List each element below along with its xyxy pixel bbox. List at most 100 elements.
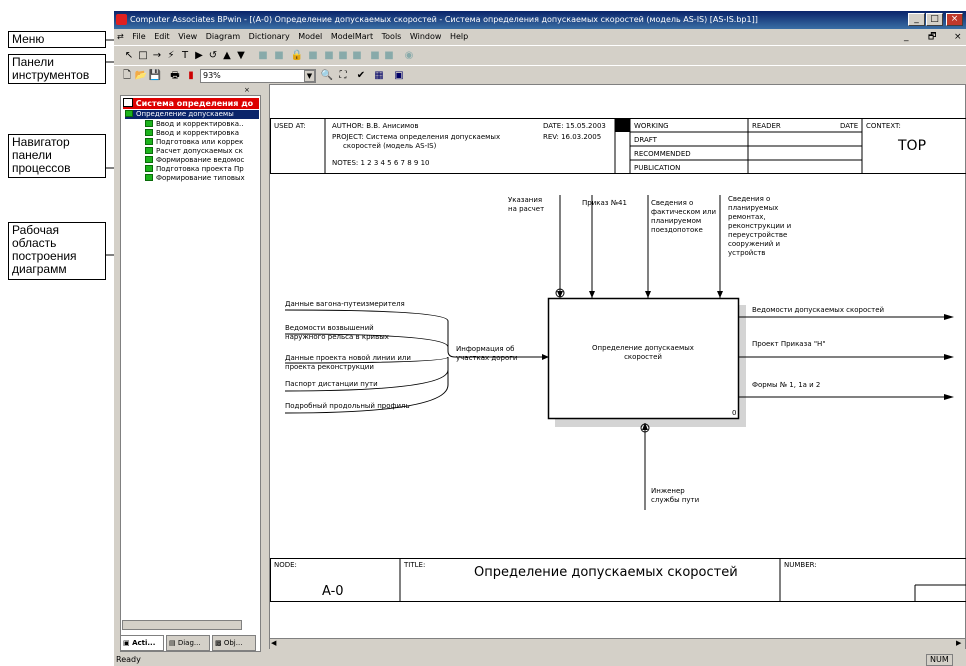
tab-objects[interactable]: ▩ Obj... bbox=[212, 635, 256, 651]
context-top: TOP bbox=[897, 138, 926, 154]
menu-help[interactable]: Help bbox=[447, 29, 471, 45]
menu-diagram[interactable]: Diagram bbox=[203, 29, 243, 45]
navigator-item-selected[interactable]: Определение допускаемы bbox=[125, 110, 259, 119]
activity-icon bbox=[145, 129, 153, 136]
menu-modelmart[interactable]: ModelMart bbox=[328, 29, 376, 45]
bpwin-logo-icon bbox=[116, 14, 127, 25]
activity-icon bbox=[145, 165, 153, 172]
status-bar: Ready NUM bbox=[114, 654, 966, 666]
spell-check-icon[interactable]: ✔ bbox=[354, 69, 368, 83]
mm-icon-8[interactable]: ■ bbox=[382, 49, 396, 63]
activity-icon bbox=[145, 156, 153, 163]
activity-icon bbox=[145, 174, 153, 181]
pointer-tool-icon[interactable]: ↖ bbox=[122, 49, 136, 63]
mdi-close-button[interactable]: × bbox=[954, 29, 962, 45]
menu-model[interactable]: Model bbox=[295, 29, 325, 45]
menu-window[interactable]: Window bbox=[407, 29, 445, 45]
model-explorer-icon[interactable]: ▦ bbox=[372, 69, 386, 83]
idef0-diagram: USED AT: AUTHOR: В.В. Анисимов PROJECT: … bbox=[270, 118, 966, 602]
print-icon[interactable]: 🖶 bbox=[168, 69, 182, 83]
date-label: DATE: 15.05.2003 bbox=[543, 122, 606, 130]
arrow-tool-icon[interactable]: → bbox=[150, 49, 164, 63]
navigator-item[interactable]: Расчет допускаемых ск bbox=[145, 147, 243, 156]
undo-icon[interactable]: ↺ bbox=[206, 49, 220, 63]
menu-view[interactable]: View bbox=[175, 29, 200, 45]
navigator-item[interactable]: Ввод и корректировка.. bbox=[145, 120, 243, 129]
zoom-in-icon[interactable]: 🔍 bbox=[320, 69, 334, 83]
text-tool-icon[interactable]: T bbox=[178, 49, 192, 63]
navigator-hscrollbar[interactable] bbox=[122, 620, 242, 630]
zoom-select[interactable]: 93% bbox=[200, 69, 316, 83]
mm-icon-6[interactable]: ■ bbox=[350, 49, 364, 63]
mm-icon-4[interactable]: ■ bbox=[322, 49, 336, 63]
used-at-label: USED AT: bbox=[274, 122, 306, 130]
mm-icon-7[interactable]: ■ bbox=[368, 49, 382, 63]
chevron-down-icon[interactable]: ▼ bbox=[304, 70, 315, 82]
reader-label: READER bbox=[752, 122, 781, 130]
maximize-button[interactable]: □ bbox=[926, 13, 943, 26]
window-title: Computer Associates BPwin - [(A-0) Опред… bbox=[130, 15, 758, 24]
mm-icon-3[interactable]: ■ bbox=[306, 49, 320, 63]
menu-edit[interactable]: Edit bbox=[151, 29, 173, 45]
go-down-icon[interactable]: ▼ bbox=[234, 49, 248, 63]
input-label-2: Ведомости возвышений наружного рельса в к… bbox=[285, 324, 389, 341]
diagram-icon[interactable]: ▣ bbox=[392, 69, 406, 83]
box-tool-icon[interactable]: □ bbox=[136, 49, 150, 63]
navigator-item[interactable]: Подготовка или коррек bbox=[145, 138, 243, 147]
scroll-left-icon[interactable]: ◀ bbox=[271, 639, 276, 647]
menu-dictionary[interactable]: Dictionary bbox=[246, 29, 293, 45]
status-working-marker bbox=[615, 118, 630, 132]
navigator-root[interactable]: Система определения до bbox=[123, 98, 259, 109]
draft-label: DRAFT bbox=[634, 136, 658, 144]
navigator-close-button[interactable]: × bbox=[244, 86, 250, 94]
navigator-item[interactable]: Формирование типовых bbox=[145, 174, 245, 183]
activity-icon bbox=[145, 138, 153, 145]
node-value: A-0 bbox=[322, 584, 344, 599]
mm-icon-2[interactable]: ■ bbox=[272, 49, 286, 63]
menu-app-icon[interactable]: ⇄ bbox=[114, 29, 127, 45]
go-to-sibling-icon[interactable]: ▶ bbox=[192, 49, 206, 63]
mdi-minimize-button[interactable]: _ bbox=[904, 29, 909, 45]
tab-diagrams[interactable]: ▤ Diag... bbox=[166, 635, 210, 651]
menu-tools[interactable]: Tools bbox=[379, 29, 405, 45]
mm-icon-1[interactable]: ■ bbox=[256, 49, 270, 63]
menu-file[interactable]: File bbox=[129, 29, 148, 45]
save-icon[interactable]: 💾 bbox=[148, 69, 162, 83]
mm-icon-5[interactable]: ■ bbox=[336, 49, 350, 63]
minimize-button[interactable]: _ bbox=[908, 13, 925, 26]
title-bar: Computer Associates BPwin - [(A-0) Опред… bbox=[114, 11, 966, 29]
open-folder-icon[interactable]: 📂 bbox=[134, 69, 148, 83]
lock-icon[interactable]: 🔒 bbox=[290, 49, 304, 63]
context-label: CONTEXT: bbox=[866, 122, 901, 130]
zoom-fit-icon[interactable]: ⛶ bbox=[336, 69, 350, 83]
go-up-icon[interactable]: ▲ bbox=[220, 49, 234, 63]
mechanism-label: Инженер службы пути bbox=[651, 487, 699, 504]
bpwin-window: Computer Associates BPwin - [(A-0) Опред… bbox=[114, 11, 966, 666]
notes-label: NOTES: 1 2 3 4 5 6 7 8 9 10 bbox=[332, 159, 430, 167]
workspace-hscrollbar[interactable]: ◀ ▶ bbox=[270, 638, 965, 649]
diagram-workspace: USED AT: AUTHOR: В.В. Анисимов PROJECT: … bbox=[269, 84, 966, 649]
merged-input-label: Информация об участках дороги bbox=[456, 345, 517, 362]
process-navigator: Система определения до Определение допус… bbox=[120, 95, 261, 652]
new-file-icon[interactable]: 🗋 bbox=[120, 69, 134, 83]
control-label-4: Сведения о планируемых ремонтах, реконструк… bbox=[728, 195, 791, 257]
tab-activities[interactable]: ▣ Acti... bbox=[120, 635, 164, 651]
mm-icon-9[interactable]: ◉ bbox=[402, 49, 416, 63]
navigator-titlebar: × bbox=[120, 86, 261, 95]
close-button[interactable]: × bbox=[946, 13, 963, 26]
toolbar-palette: ↖ □ → ⚡ T ▶ ↺ ▲ ▼ ■ ■ 🔒 ■ ■ ■ ■ ■ ■ ◉ bbox=[114, 45, 966, 65]
navigator-item[interactable]: Ввод и корректировка bbox=[145, 129, 239, 138]
publication-label: PUBLICATION bbox=[634, 164, 680, 172]
navigator-item[interactable]: Подготовка проекта Пр bbox=[145, 165, 244, 174]
navigator-item[interactable]: Формирование ведомос bbox=[145, 156, 244, 165]
squiggle-tool-icon[interactable]: ⚡ bbox=[164, 49, 178, 63]
output-label-1: Ведомости допускаемых скоростей bbox=[752, 306, 884, 314]
scroll-right-icon[interactable]: ▶ bbox=[956, 639, 961, 647]
color-icon[interactable]: ▮ bbox=[184, 69, 198, 83]
recommended-label: RECOMMENDED bbox=[634, 150, 691, 158]
node-label: NODE: bbox=[274, 561, 297, 569]
mdi-restore-button[interactable]: 🗗 bbox=[928, 29, 936, 45]
author-label: AUTHOR: В.В. Анисимов bbox=[332, 122, 418, 130]
activity-icon bbox=[125, 110, 133, 117]
input-label-3: Данные проекта новой линии или проекта ре… bbox=[285, 354, 411, 371]
